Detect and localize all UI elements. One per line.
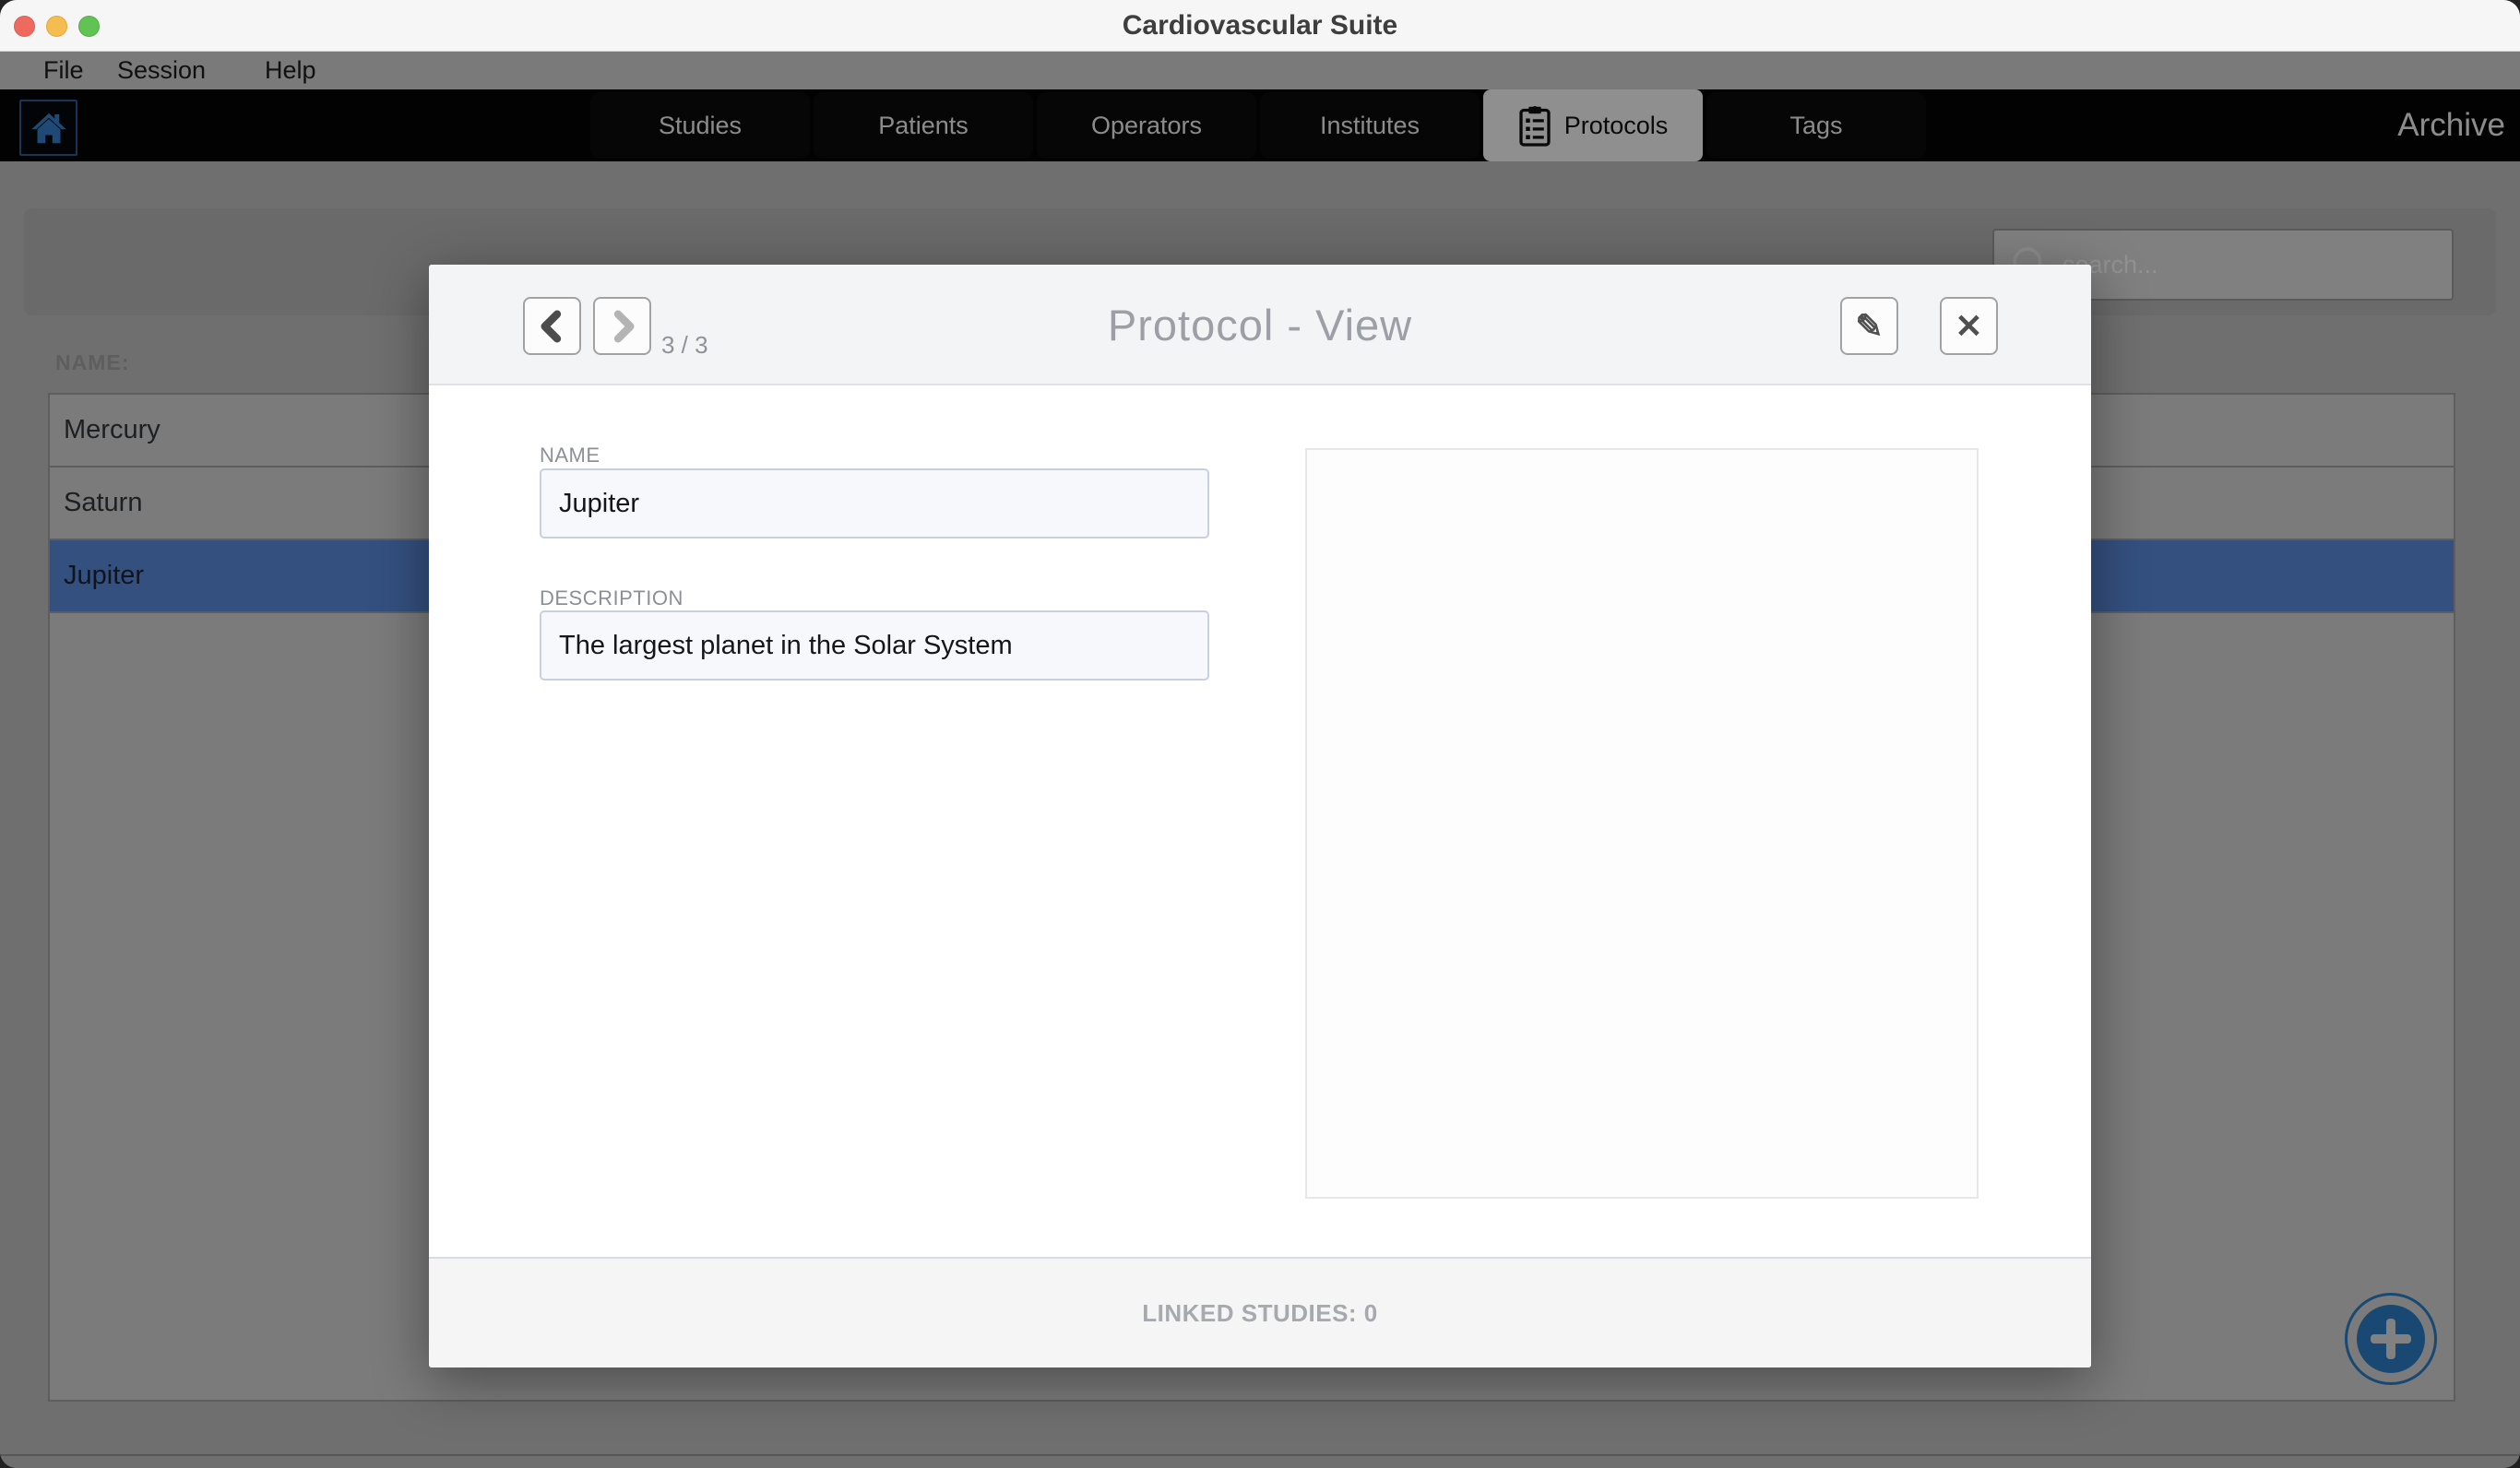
description-field[interactable] — [540, 610, 1209, 681]
protocol-detail-panel — [1305, 448, 1979, 1199]
x-icon: ✕ — [1955, 310, 1982, 343]
window-title: Cardiovascular Suite — [0, 0, 2520, 51]
app-window: FileSessionHelp Studies — [0, 0, 2520, 1468]
previous-protocol-button[interactable] — [523, 297, 581, 355]
close-dialog-button[interactable]: ✕ — [1940, 297, 1998, 355]
next-protocol-button[interactable] — [593, 297, 651, 355]
pencil-icon: ✎ — [1855, 310, 1883, 343]
edit-protocol-button[interactable]: ✎ — [1840, 297, 1898, 355]
protocol-view-dialog: 3 / 3 Protocol - View ✎ ✕ NAME DESCRIPTI… — [429, 265, 2091, 1367]
dialog-header: 3 / 3 Protocol - View ✎ ✕ — [429, 265, 2091, 385]
chevron-right-icon — [604, 308, 641, 345]
chevron-left-icon — [534, 308, 571, 345]
name-field-label: NAME — [540, 444, 600, 468]
titlebar: Cardiovascular Suite — [0, 0, 2520, 52]
linked-studies-count: LINKED STUDIES: 0 — [1142, 1299, 1378, 1328]
name-field[interactable] — [540, 468, 1209, 539]
dialog-footer: LINKED STUDIES: 0 — [429, 1257, 2091, 1367]
pagination-indicator: 3 / 3 — [661, 331, 708, 360]
description-field-label: DESCRIPTION — [540, 586, 683, 610]
